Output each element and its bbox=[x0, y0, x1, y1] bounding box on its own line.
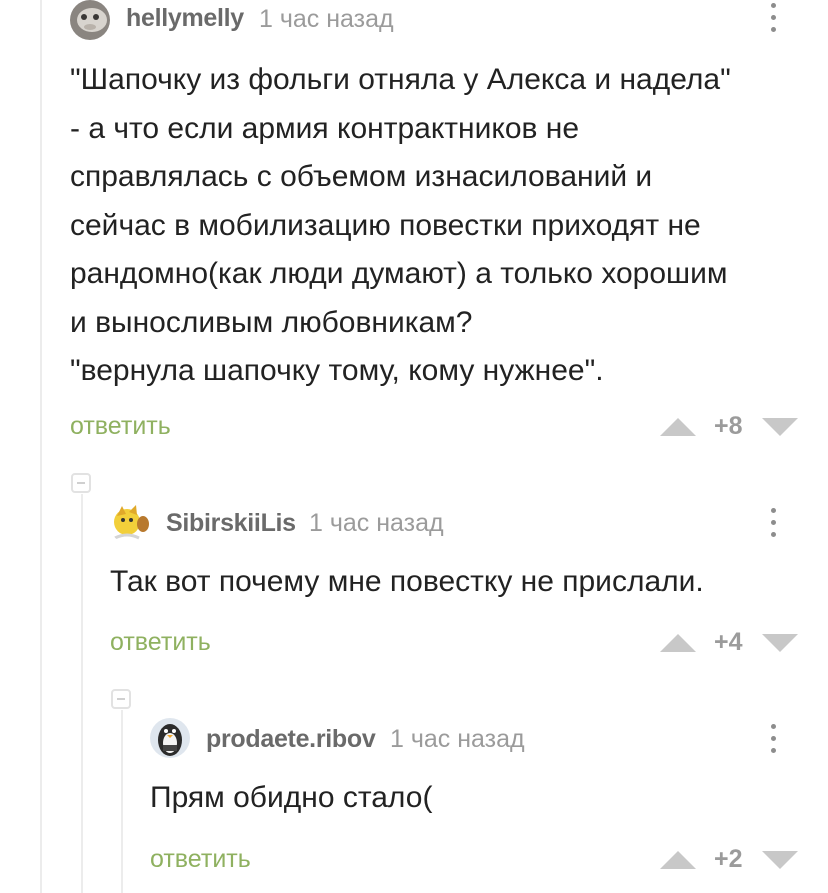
more-vertical-icon[interactable] bbox=[768, 3, 778, 37]
vote-score: +8 bbox=[714, 412, 743, 440]
comment-text-line: "вернула шапочку тому, кому нужнее". bbox=[70, 354, 604, 387]
upvote-icon[interactable] bbox=[660, 634, 696, 652]
comment-text-line: Прям обидно стало( bbox=[150, 781, 433, 814]
upvote-icon[interactable] bbox=[660, 418, 696, 436]
comment-author[interactable]: SibirskiiLis bbox=[166, 509, 296, 538]
thread-line bbox=[40, 0, 42, 893]
comment-time: 1 час назад bbox=[390, 725, 525, 753]
comment-text: Так вот почему мне повестку не прислали. bbox=[110, 558, 704, 607]
thread-line bbox=[81, 494, 83, 893]
upvote-icon[interactable] bbox=[660, 851, 696, 869]
comment-text-line: справлялась с объемом изнасилований и bbox=[70, 160, 653, 193]
collapse-icon[interactable] bbox=[71, 473, 91, 493]
downvote-icon[interactable] bbox=[762, 418, 798, 436]
avatar[interactable] bbox=[150, 718, 190, 758]
comment-text: Прям обидно стало( bbox=[150, 774, 432, 823]
comment-text-line: "Шапочку из фольги отняла у Алекса и над… bbox=[70, 63, 731, 96]
comment-author[interactable]: prodaete.ribov bbox=[206, 725, 376, 754]
thread-line bbox=[121, 710, 123, 893]
avatar[interactable] bbox=[109, 502, 151, 544]
vote-score: +4 bbox=[714, 628, 743, 656]
downvote-icon[interactable] bbox=[762, 851, 798, 869]
comment-text-line: Так вот почему мне повестку не прислали. bbox=[110, 565, 704, 598]
reply-button[interactable]: ответить bbox=[110, 628, 211, 657]
comment-text: "Шапочку из фольги отняла у Алекса и над… bbox=[70, 56, 731, 396]
reply-button[interactable]: ответить bbox=[70, 412, 171, 441]
more-vertical-icon[interactable] bbox=[768, 724, 778, 758]
reply-button[interactable]: ответить bbox=[150, 845, 251, 874]
comment-text-line: и выносливым любовникам? bbox=[70, 305, 473, 339]
comment-text-line: рандомно(как люди думают) а только хорош… bbox=[70, 257, 728, 290]
more-vertical-icon[interactable] bbox=[768, 508, 778, 542]
comment-time: 1 час назад bbox=[259, 5, 394, 33]
collapse-icon[interactable] bbox=[111, 689, 131, 709]
comment-time: 1 час назад bbox=[309, 509, 444, 537]
avatar[interactable] bbox=[70, 0, 110, 40]
comment-author[interactable]: hellymelly bbox=[126, 4, 244, 33]
comment-text-line: сейчас в мобилизацию повестки приходят н… bbox=[70, 208, 701, 242]
vote-score: +2 bbox=[714, 845, 743, 873]
comment-text-line: - а что если армия контрактников не bbox=[70, 111, 580, 145]
downvote-icon[interactable] bbox=[762, 634, 798, 652]
